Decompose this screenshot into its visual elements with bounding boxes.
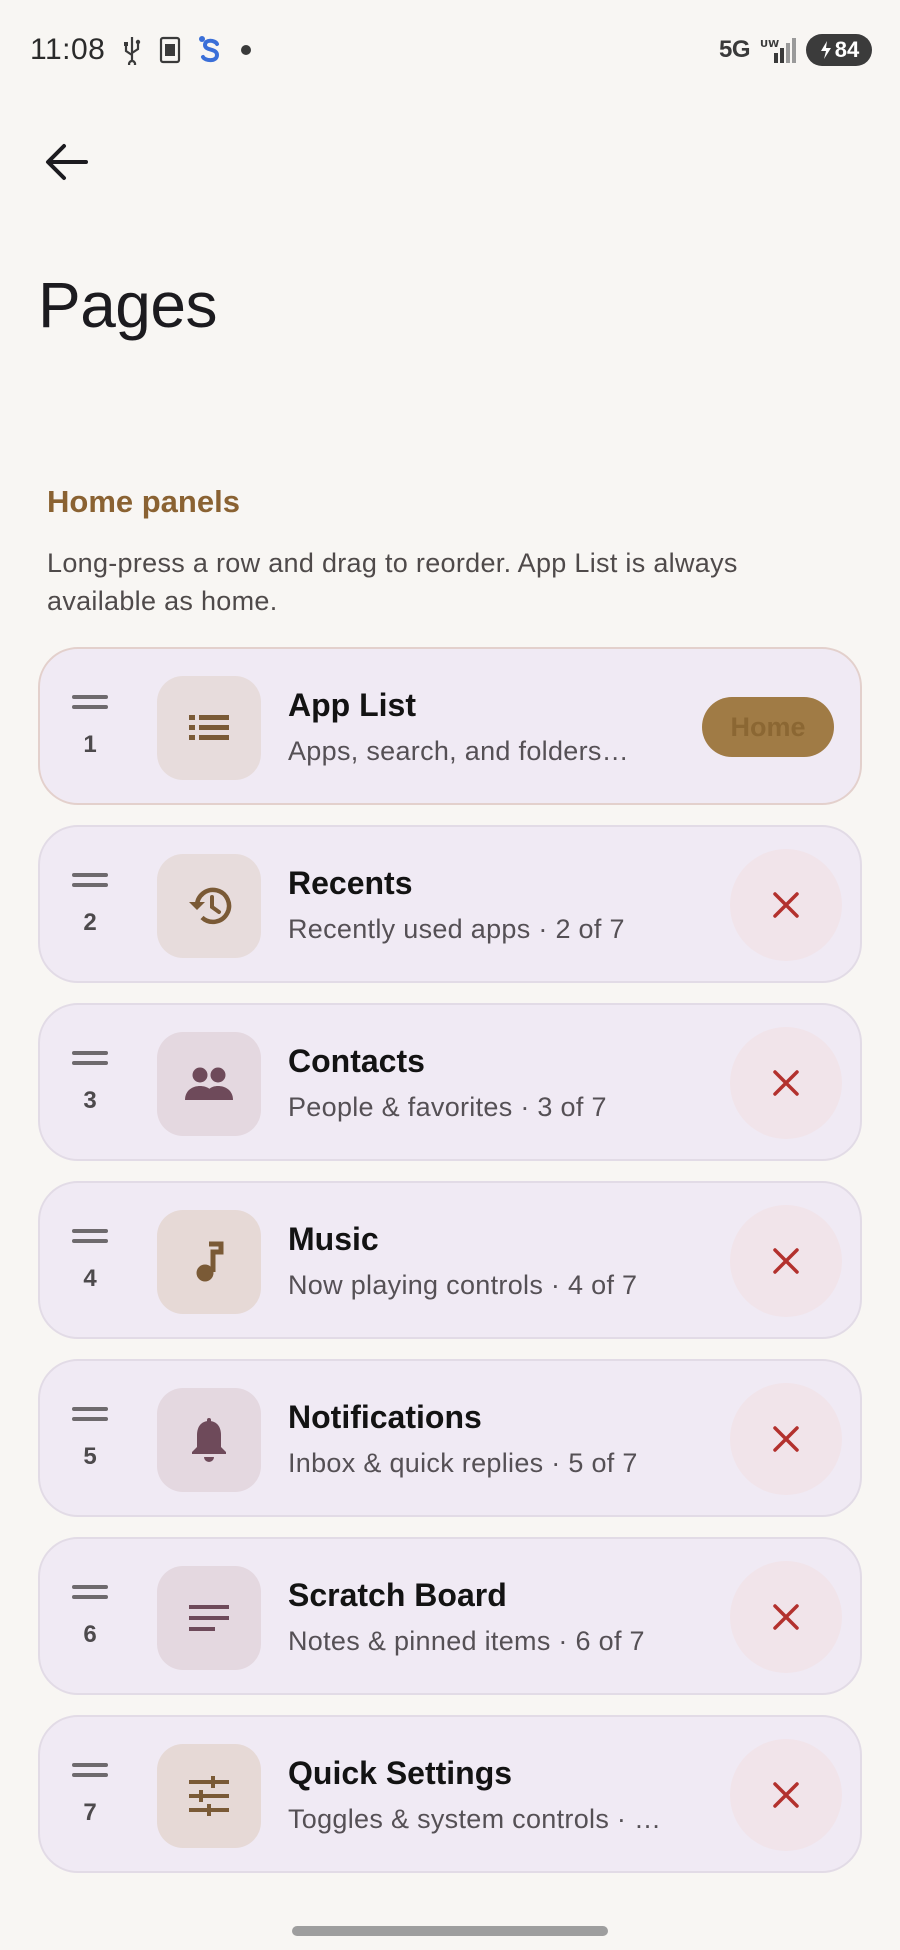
panel-text: Music Now playing controls · 4 of 7: [288, 1219, 700, 1303]
row-index: 4: [83, 1265, 97, 1292]
svg-text:UW: UW: [760, 39, 779, 50]
remove-button[interactable]: [730, 1027, 842, 1139]
panel-subtitle: Now playing controls · 4 of 7: [288, 1270, 638, 1300]
drag-handle[interactable]: 7: [68, 1761, 112, 1833]
page-title: Pages: [38, 269, 217, 341]
app-s-icon: [197, 34, 223, 66]
screen: 11:08 5G UW 84 Pages Home panels Long-pr…: [0, 0, 900, 1950]
status-bar-left: 11:08: [30, 33, 253, 67]
panel-name: Notifications: [288, 1399, 482, 1435]
remove-button[interactable]: [730, 1205, 842, 1317]
panel-name: Quick Settings: [288, 1755, 513, 1791]
panel-row-scratch-board[interactable]: 6 Scratch Board Notes & pinned items · 6…: [38, 1537, 862, 1695]
people-icon: [157, 1032, 261, 1136]
tune-icon: [157, 1744, 261, 1848]
remove-button[interactable]: [730, 849, 842, 961]
row-index: 5: [83, 1443, 97, 1470]
row-index: 6: [83, 1621, 97, 1648]
row-index: 3: [83, 1087, 97, 1114]
panel-text: Scratch Board Notes & pinned items · 6 o…: [288, 1575, 700, 1659]
status-bar-right: 5G UW 84: [719, 34, 872, 66]
list-icon: [157, 676, 261, 780]
panel-subtitle: Inbox & quick replies · 5 of 7: [288, 1448, 638, 1478]
panel-row-quick-settings[interactable]: 7 Quick Settings Toggles & system contro…: [38, 1715, 862, 1873]
gesture-home-indicator[interactable]: [292, 1926, 608, 1936]
close-icon: [773, 1070, 799, 1096]
panel-text: Quick Settings Toggles & system controls…: [288, 1753, 700, 1837]
drag-handle-icon: [72, 1405, 108, 1423]
panel-name: Recents: [288, 865, 413, 901]
section-description: Long-press a row and drag to reorder. Ap…: [47, 548, 738, 616]
panel-subtitle: Notes & pinned items · 6 of 7: [288, 1626, 645, 1656]
close-icon: [773, 892, 799, 918]
panel-text: Contacts People & favorites · 3 of 7: [288, 1041, 700, 1125]
drag-handle-icon: [72, 693, 108, 711]
charging-bolt-icon: [820, 41, 831, 59]
signal-icon: UW: [760, 35, 796, 65]
drag-handle-icon: [72, 1761, 108, 1779]
usb-icon: [121, 35, 143, 65]
panel-row-notifications[interactable]: 5 Notifications Inbox & quick replies · …: [38, 1359, 862, 1517]
network-type: 5G: [718, 36, 751, 63]
row-index: 1: [83, 731, 97, 758]
status-bar: 11:08 5G UW 84: [0, 0, 900, 100]
drag-handle-icon: [72, 1049, 108, 1067]
back-button[interactable]: [36, 132, 96, 192]
panel-name: Scratch Board: [288, 1577, 507, 1613]
sim-card-icon: [159, 36, 181, 64]
drag-handle-icon: [72, 871, 108, 889]
drag-handle[interactable]: 4: [68, 1227, 112, 1299]
panel-subtitle: Toggles & system controls · …: [288, 1804, 662, 1834]
close-icon: [773, 1604, 799, 1630]
panel-row-contacts[interactable]: 3 Contacts People & favorites · 3 of 7: [38, 1003, 862, 1161]
drag-handle[interactable]: 5: [68, 1405, 112, 1477]
close-icon: [773, 1248, 799, 1274]
close-icon: [773, 1782, 799, 1808]
panel-row-music[interactable]: 4 Music Now playing controls · 4 of 7: [38, 1181, 862, 1339]
remove-button[interactable]: [730, 1561, 842, 1673]
panel-name: App List: [288, 687, 416, 723]
panel-text: Recents Recently used apps · 2 of 7: [288, 863, 700, 947]
drag-handle[interactable]: 6: [68, 1583, 112, 1655]
home-chip: Home: [702, 697, 834, 757]
row-index: 7: [83, 1799, 97, 1826]
arrow-back-icon: [46, 144, 88, 180]
panel-subtitle: People & favorites · 3 of 7: [288, 1092, 607, 1122]
panel-text: Notifications Inbox & quick replies · 5 …: [288, 1397, 700, 1481]
drag-handle[interactable]: 3: [68, 1049, 112, 1121]
panel-row-recents[interactable]: 2 Recents Recently used apps · 2 of 7: [38, 825, 862, 983]
battery-level: 84: [834, 37, 860, 62]
drag-handle[interactable]: 1: [68, 693, 112, 765]
drag-handle-icon: [72, 1583, 108, 1601]
battery-indicator: 84: [806, 34, 872, 66]
notification-dot-icon: [239, 43, 253, 57]
panel-name: Contacts: [288, 1043, 425, 1079]
status-time: 11:08: [30, 33, 106, 66]
music-note-icon: [157, 1210, 261, 1314]
panel-name: Music: [288, 1221, 379, 1257]
close-icon: [773, 1426, 799, 1452]
drag-handle-icon: [72, 1227, 108, 1245]
history-icon: [157, 854, 261, 958]
panel-subtitle: Apps, search, and folders…: [288, 736, 629, 766]
remove-button[interactable]: [730, 1739, 842, 1851]
panel-list: 1 App List Apps, search, and folders… Ho…: [38, 647, 862, 1893]
panel-text: App List Apps, search, and folders…: [288, 685, 700, 769]
row-index: 2: [83, 909, 97, 936]
notes-icon: [157, 1566, 261, 1670]
bell-icon: [157, 1388, 261, 1492]
panel-subtitle: Recently used apps · 2 of 7: [288, 914, 625, 944]
remove-button[interactable]: [730, 1383, 842, 1495]
section-title: Home panels: [47, 484, 240, 519]
drag-handle[interactable]: 2: [68, 871, 112, 943]
panel-row-app-list[interactable]: 1 App List Apps, search, and folders… Ho…: [38, 647, 862, 805]
